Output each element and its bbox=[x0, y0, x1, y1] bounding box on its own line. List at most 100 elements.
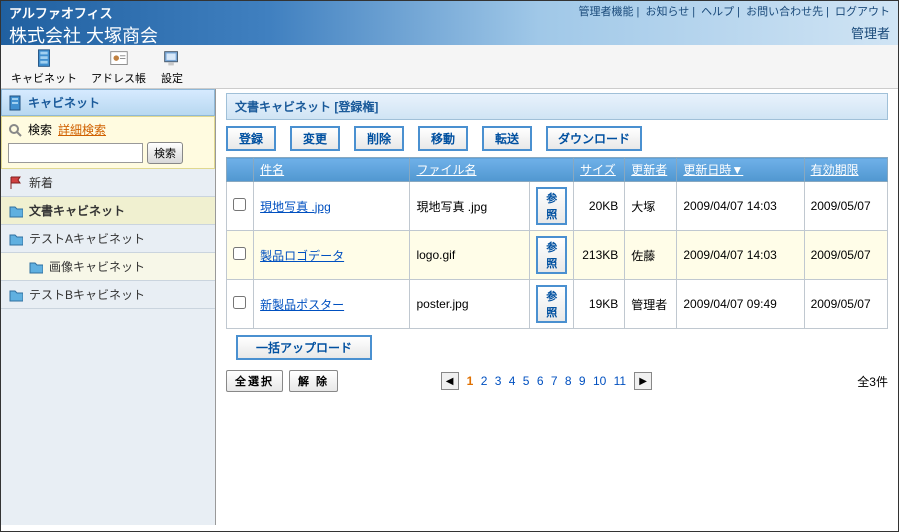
table-row: 新製品ポスター poster.jpg参照19KB管理者2009/04/07 09:… bbox=[227, 280, 888, 329]
clear-button[interactable]: 解 除 bbox=[289, 370, 338, 392]
doc-name-link[interactable]: 新製品ポスター bbox=[260, 298, 344, 312]
folder-icon bbox=[29, 260, 43, 274]
tool-cabinet-label: キャビネット bbox=[11, 70, 77, 86]
link-contact[interactable]: お問い合わせ先 bbox=[746, 6, 823, 18]
settings-icon bbox=[160, 48, 184, 70]
nav-doc-cabinet[interactable]: 文書キャビネット bbox=[1, 197, 215, 225]
page-7[interactable]: 7 bbox=[549, 374, 560, 388]
footer-row: 全選択 解 除 ◀ 1 2 3 4 5 6 7 8 9 10 11 ▶ 全3件 bbox=[226, 370, 888, 392]
cell-updated: 2009/04/07 09:49 bbox=[677, 280, 804, 329]
cell-updated: 2009/04/07 14:03 bbox=[677, 182, 804, 231]
link-notice[interactable]: お知らせ bbox=[645, 6, 689, 18]
nav-test-b[interactable]: テストBキャビネット bbox=[1, 281, 215, 309]
browse-button[interactable]: 参照 bbox=[536, 187, 567, 225]
col-expires[interactable]: 有効期限 bbox=[804, 158, 887, 182]
cell-file: logo.gif bbox=[410, 231, 530, 280]
batch-upload-button[interactable]: 一括アップロード bbox=[236, 335, 372, 360]
search-icon bbox=[8, 123, 22, 137]
doc-name-link[interactable]: 現地写真 .jpg bbox=[260, 200, 331, 214]
link-admin[interactable]: 管理者機能 bbox=[579, 6, 634, 18]
pager: ◀ 1 2 3 4 5 6 7 8 9 10 11 ▶ bbox=[441, 372, 652, 390]
browse-button[interactable]: 参照 bbox=[536, 285, 567, 323]
search-button[interactable]: 検索 bbox=[147, 142, 183, 164]
tool-address[interactable]: アドレス帳 bbox=[91, 48, 146, 86]
register-button[interactable]: 登録 bbox=[226, 126, 276, 151]
batch-row: 一括アップロード bbox=[226, 335, 888, 360]
header-links: 管理者機能| お知らせ| ヘルプ| お問い合わせ先| ログアウト bbox=[579, 3, 890, 19]
page-9[interactable]: 9 bbox=[577, 374, 588, 388]
row-checkbox[interactable] bbox=[233, 198, 246, 211]
sidebar: キャビネット 検索 詳細検索 検索 新着 文書キャビネット テストAキャビネット bbox=[1, 89, 216, 525]
cell-size: 20KB bbox=[574, 182, 625, 231]
header: アルファオフィス 株式会社 大塚商会 管理者機能| お知らせ| ヘルプ| お問い… bbox=[1, 1, 898, 45]
link-logout[interactable]: ログアウト bbox=[835, 6, 890, 18]
download-button[interactable]: ダウンロード bbox=[546, 126, 642, 151]
pager-prev[interactable]: ◀ bbox=[441, 372, 459, 390]
cabinet-icon bbox=[32, 48, 56, 70]
cell-updater: 佐藤 bbox=[625, 231, 677, 280]
col-check bbox=[227, 158, 254, 182]
forward-button[interactable]: 転送 bbox=[482, 126, 532, 151]
nav-new[interactable]: 新着 bbox=[1, 169, 215, 197]
page-8[interactable]: 8 bbox=[563, 374, 574, 388]
cell-file: 現地写真 .jpg bbox=[410, 182, 530, 231]
action-row: 登録 変更 削除 移動 転送 ダウンロード bbox=[226, 126, 888, 151]
delete-button[interactable]: 削除 bbox=[354, 126, 404, 151]
page-2[interactable]: 2 bbox=[479, 374, 490, 388]
cabinet-small-icon bbox=[8, 95, 24, 111]
table-row: 製品ロゴデータ logo.gif参照213KB佐藤2009/04/07 14:03… bbox=[227, 231, 888, 280]
advanced-search-link[interactable]: 詳細検索 bbox=[58, 121, 106, 138]
table-row: 現地写真 .jpg現地写真 .jpg参照20KB大塚2009/04/07 14:… bbox=[227, 182, 888, 231]
link-help[interactable]: ヘルプ bbox=[701, 6, 734, 18]
row-checkbox[interactable] bbox=[233, 296, 246, 309]
doc-name-link[interactable]: 製品ロゴデータ bbox=[260, 249, 344, 263]
select-all-button[interactable]: 全選択 bbox=[226, 370, 283, 392]
page-6[interactable]: 6 bbox=[535, 374, 546, 388]
col-file[interactable]: ファイル名 bbox=[410, 158, 574, 182]
col-updated[interactable]: 更新日時▼ bbox=[677, 158, 804, 182]
tool-cabinet[interactable]: キャビネット bbox=[11, 48, 77, 86]
col-size[interactable]: サイズ bbox=[574, 158, 625, 182]
cell-size: 213KB bbox=[574, 231, 625, 280]
tool-settings[interactable]: 設定 bbox=[160, 48, 184, 86]
tool-address-label: アドレス帳 bbox=[91, 70, 146, 86]
row-checkbox[interactable] bbox=[233, 247, 246, 260]
col-updater[interactable]: 更新者 bbox=[625, 158, 677, 182]
page-1[interactable]: 1 bbox=[465, 374, 476, 388]
nav-image-cabinet[interactable]: 画像キャビネット bbox=[1, 253, 215, 281]
total-count: 全3件 bbox=[857, 373, 888, 390]
user-role: 管理者 bbox=[579, 23, 890, 42]
folder-icon bbox=[9, 204, 23, 218]
nav-test-a[interactable]: テストAキャビネット bbox=[1, 225, 215, 253]
sidebar-search: 検索 詳細検索 検索 bbox=[1, 116, 215, 169]
page-11[interactable]: 11 bbox=[612, 374, 628, 388]
address-icon bbox=[107, 48, 131, 70]
browse-button[interactable]: 参照 bbox=[536, 236, 567, 274]
cell-updater: 管理者 bbox=[625, 280, 677, 329]
page-5[interactable]: 5 bbox=[521, 374, 532, 388]
cell-expires: 2009/05/07 bbox=[804, 231, 887, 280]
col-name[interactable]: 件名 bbox=[254, 158, 410, 182]
pager-next[interactable]: ▶ bbox=[634, 372, 652, 390]
page-4[interactable]: 4 bbox=[507, 374, 518, 388]
page-3[interactable]: 3 bbox=[493, 374, 504, 388]
cell-expires: 2009/05/07 bbox=[804, 182, 887, 231]
content: 文書キャビネット [登録権] 登録 変更 削除 移動 転送 ダウンロード 件名 … bbox=[216, 89, 898, 525]
cell-size: 19KB bbox=[574, 280, 625, 329]
cell-file: poster.jpg bbox=[410, 280, 530, 329]
cell-updater: 大塚 bbox=[625, 182, 677, 231]
move-button[interactable]: 移動 bbox=[418, 126, 468, 151]
sidebar-title: キャビネット bbox=[1, 89, 215, 116]
folder-icon bbox=[9, 288, 23, 302]
document-table: 件名 ファイル名 サイズ 更新者 更新日時▼ 有効期限 現地写真 .jpg 現地写… bbox=[226, 157, 888, 329]
change-button[interactable]: 変更 bbox=[290, 126, 340, 151]
panel-title: 文書キャビネット [登録権] bbox=[226, 93, 888, 120]
search-label: 検索 bbox=[28, 121, 52, 138]
toolbar: キャビネット アドレス帳 設定 bbox=[1, 45, 898, 89]
cell-updated: 2009/04/07 14:03 bbox=[677, 231, 804, 280]
page-10[interactable]: 10 bbox=[591, 374, 608, 388]
tool-settings-label: 設定 bbox=[161, 70, 183, 86]
folder-icon bbox=[9, 232, 23, 246]
flag-icon bbox=[9, 176, 23, 190]
search-input[interactable] bbox=[8, 143, 143, 163]
